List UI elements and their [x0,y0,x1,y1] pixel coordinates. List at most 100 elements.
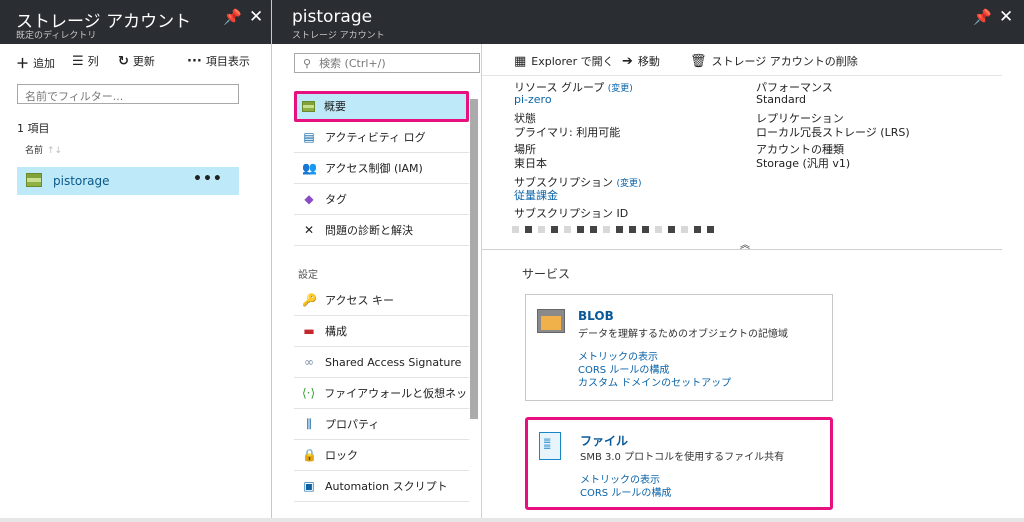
access-control-icon: 👥 [302,161,317,175]
status-value: プライマリ: 利用可能 [514,126,621,139]
service-description: SMB 3.0 プロトコルを使用するファイル共有 [580,452,785,463]
menu-label: Automation スクリプト [325,480,448,493]
menu-label: ロック [325,449,358,462]
menu-label: アクセス制御 (IAM) [325,162,423,175]
menu-item-configuration[interactable]: ▬ 構成 [294,316,469,347]
menu-label: 概要 [324,100,346,113]
resource-row-pistorage[interactable]: pistorage ••• [17,167,239,195]
blob-icon [537,309,565,333]
blade-subtitle: 既定のディレクトリ [16,31,97,41]
overview-icon [302,100,315,112]
activity-log-icon: ▤ [303,130,315,144]
pin-icon[interactable]: 📌 [973,10,992,25]
resource-name: pistorage [53,174,110,188]
change-subscription-link[interactable]: (変更) [617,179,642,189]
blade-subtitle: ストレージ アカウント [292,31,385,41]
menu-item-access-keys[interactable]: 🔑 アクセス キー [294,285,469,316]
search-input[interactable]: ⚲ 検索 (Ctrl+/) [294,53,480,73]
config-icon: ▬ [303,324,315,338]
view-items-label: 項目表示 [205,55,250,68]
overview-content: ▦ Explorer で開く ➔ 移動 🗑 ストレージ アカウントの削除 リソー… [482,44,1024,522]
more-actions-button[interactable]: ••• [193,171,223,187]
subscription-id-masked [512,226,714,233]
menu-item-access-control[interactable]: 👥 アクセス制御 (IAM) [294,153,469,184]
menu-item-overview[interactable]: 概要 [294,91,469,122]
add-button[interactable]: ＋ 追加 [16,53,56,73]
menu-label: ファイアウォールと仮想ネットワーク (... [324,387,469,400]
resource-group-link[interactable]: pi-zero [514,93,552,106]
settings-section-label: 設定 [298,270,318,281]
view-items-button[interactable]: ··· 項目表示 [187,53,250,69]
service-title[interactable]: BLOB [578,309,614,323]
trash-icon: 🗑 [690,53,707,69]
menu-item-sas[interactable]: ∞ Shared Access Signature [294,347,469,378]
blade-header: pistorage ストレージ アカウント 📌 ✕ [272,0,1024,44]
service-description: データを理解するためのオブジェクトの記憶域 [578,329,788,340]
move-label: 移動 [637,55,660,68]
menu-item-locks[interactable]: 🔒 ロック [294,440,469,471]
column-header-name[interactable]: 名前 ↑↓ [25,143,62,156]
replication-value: ローカル冗長ストレージ (LRS) [756,126,910,139]
refresh-label: 更新 [132,55,155,68]
lock-icon: 🔒 [302,448,317,462]
search-icon: ⚲ [303,56,312,70]
firewall-icon: ⟨·⟩ [302,386,316,400]
sort-icon: ↑↓ [47,146,63,156]
columns-button[interactable]: ☰ 列 [72,53,99,69]
menu-item-automation[interactable]: ▣ Automation スクリプト [294,471,469,502]
resource-menu: ⚲ 検索 (Ctrl+/) 概要 ▤ アクティビティ ログ 👥 アクセス制御 (… [272,44,482,522]
menu-label: タグ [325,193,347,206]
menu-scrollbar[interactable] [470,99,478,419]
close-icon[interactable]: ✕ [249,9,263,26]
menu-item-firewall[interactable]: ⟨·⟩ ファイアウォールと仮想ネットワーク (... [294,378,469,409]
storage-account-icon [26,173,42,187]
open-explorer-button[interactable]: ▦ Explorer で開く [514,53,614,69]
pin-icon[interactable]: 📌 [223,10,242,25]
services-label: サービス [522,267,571,281]
search-placeholder: 検索 (Ctrl+/) [319,57,386,70]
location-value: 東日本 [514,157,547,170]
refresh-icon: ↻ [118,53,129,69]
storage-accounts-blade: ストレージ アカウント 既定のディレクトリ 📌 ✕ ＋ 追加 ☰ 列 ↻ 更新 … [0,0,272,522]
service-title[interactable]: ファイル [580,432,628,449]
blade-title: pistorage [292,7,373,27]
plus-icon: ＋ [16,57,30,72]
move-button[interactable]: ➔ 移動 [622,53,660,69]
automation-icon: ▣ [303,479,315,493]
subscription-link[interactable]: 従量課金 [514,187,558,203]
columns-label: 列 [87,55,99,68]
custom-domain-link[interactable]: カスタム ドメインのセットアップ [578,374,731,389]
blade-header: ストレージ アカウント 既定のディレクトリ 📌 ✕ [0,0,271,44]
menu-label: Shared Access Signature [325,355,462,369]
menu-item-activity-log[interactable]: ▤ アクティビティ ログ [294,122,469,153]
menu-item-properties[interactable]: ⫼ プロパティ [294,409,469,440]
column-name-label: 名前 [25,146,44,156]
explorer-icon: ▦ [514,53,527,69]
more-icon: ··· [187,53,202,69]
cors-rules-link[interactable]: CORS ルールの構成 [580,484,671,499]
arrow-right-icon: ➔ [622,53,633,69]
delete-label: ストレージ アカウントの削除 [711,55,858,68]
delete-account-button[interactable]: 🗑 ストレージ アカウントの削除 [690,53,858,69]
menu-label: アクセス キー [325,294,394,307]
filter-input[interactable]: 名前でフィルター... [17,84,239,104]
menu-label: 問題の診断と解決 [325,224,413,237]
columns-icon: ☰ [72,53,84,69]
menu-item-tags[interactable]: ◆ タグ [294,184,469,215]
change-resource-group-link[interactable]: (変更) [608,84,633,94]
horizontal-scrollbar[interactable] [0,518,1024,522]
diagnose-icon: ✕ [303,223,315,237]
close-icon[interactable]: ✕ [999,9,1013,26]
properties-icon: ⫼ [306,416,312,431]
menu-item-diagnose[interactable]: ✕ 問題の診断と解決 [294,215,469,246]
service-card-files[interactable]: ≡ ≡ ファイル SMB 3.0 プロトコルを使用するファイル共有 メトリックの表… [525,417,833,510]
key-icon: 🔑 [302,293,317,307]
refresh-button[interactable]: ↻ 更新 [118,53,155,69]
file-icon: ≡ ≡ [539,432,561,460]
add-label: 追加 [33,56,56,70]
menu-label: プロパティ [325,418,380,431]
storage-account-blade: pistorage ストレージ アカウント 📌 ✕ ⚲ 検索 (Ctrl+/) … [272,0,1024,522]
link-icon: ∞ [304,355,314,369]
performance-value: Standard [756,93,807,106]
service-card-blob[interactable]: BLOB データを理解するためのオブジェクトの記憶域 メトリックの表示 CORS… [525,294,833,401]
